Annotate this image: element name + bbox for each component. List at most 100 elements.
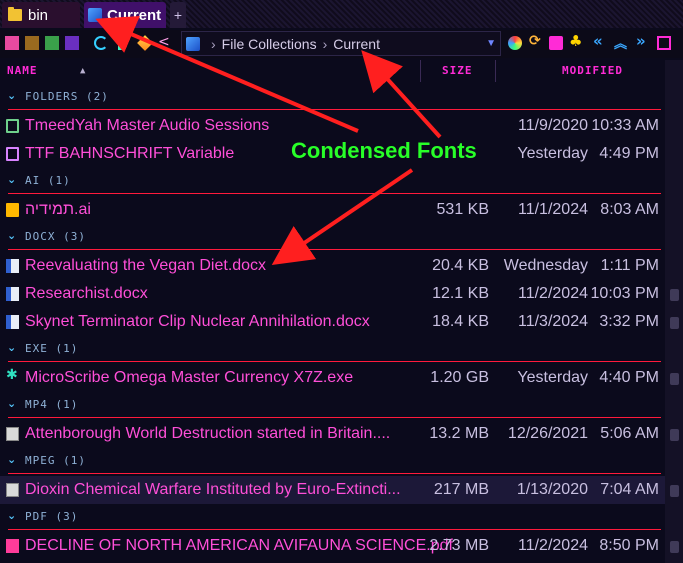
collection-icon [186, 36, 200, 51]
column-header: NAME ▲ SIZE MODIFIED [0, 60, 665, 84]
column-name[interactable]: NAME [7, 64, 38, 77]
back-icon[interactable]: « [593, 32, 607, 50]
layout-red-icon[interactable] [5, 36, 19, 50]
file-list: ⌄ FOLDERS (2) TmeedYah Master Audio Sess… [0, 84, 665, 563]
scrollbar-marker[interactable] [670, 373, 679, 385]
file-time: 1:11 PM [600, 257, 659, 274]
column-modified[interactable]: MODIFIED [562, 64, 623, 77]
list-item[interactable]: Skynet Terminator Clip Nuclear Annihilat… [0, 308, 665, 336]
file-name: TTF BAHNSCHRIFT Variable [25, 145, 235, 162]
layout-brown-icon[interactable] [25, 36, 39, 50]
file-time: 7:04 AM [600, 481, 659, 498]
group-divider [8, 193, 661, 194]
file-date: 11/9/2020 [518, 117, 588, 134]
layout-green-icon[interactable] [45, 36, 59, 50]
file-size: 12.1 KB [432, 285, 489, 302]
sync-icon[interactable]: ⟳ [529, 33, 543, 49]
share-icon[interactable]: < [158, 34, 172, 50]
chevron-down-icon[interactable]: ⌄ [7, 89, 16, 102]
chevron-down-icon[interactable]: ⌄ [7, 229, 16, 242]
scrollbar-marker[interactable] [670, 317, 679, 329]
chevron-down-icon[interactable]: ⌄ [7, 341, 16, 354]
file-size: 217 MB [433, 481, 489, 498]
scrollbar-marker[interactable] [670, 485, 679, 497]
list-item[interactable]: Dioxin Chemical Warfare Instituted by Eu… [0, 476, 665, 504]
layout-purple-icon[interactable] [65, 36, 79, 50]
group-header[interactable]: ⌄ EXE (1) [0, 336, 665, 362]
file-name: Researchist.docx [25, 285, 148, 302]
file-name: תמידיה.ai [25, 201, 91, 218]
forward-icon[interactable]: » [636, 32, 650, 50]
group-header[interactable]: ⌄ PDF (3) [0, 504, 665, 530]
file-date: 11/1/2024 [518, 201, 588, 218]
group-label: MPEG (1) [25, 454, 86, 467]
chevron-down-icon[interactable]: ⌄ [7, 173, 16, 186]
file-time: 4:40 PM [599, 369, 659, 386]
group-label: MP4 (1) [25, 398, 79, 411]
breadcrumb[interactable]: › File Collections › Current ▼ [181, 31, 501, 56]
scrollbar-marker[interactable] [670, 541, 679, 553]
group-header[interactable]: ⌄ DOCX (3) [0, 224, 665, 250]
club-icon[interactable]: ♣ [569, 32, 583, 50]
list-item[interactable]: TmeedYah Master Audio Sessions 11/9/2020… [0, 112, 665, 140]
file-date: 11/2/2024 [518, 285, 588, 302]
file-time: 10:33 AM [591, 117, 659, 134]
group-header[interactable]: ⌄ FOLDERS (2) [0, 84, 665, 110]
video-file-icon [6, 427, 19, 441]
scrollbar-marker[interactable] [670, 289, 679, 301]
plus-icon: + [173, 7, 183, 23]
word-doc-icon [6, 259, 19, 273]
chevron-down-icon[interactable]: ⌄ [7, 509, 16, 522]
breadcrumb-current[interactable]: Current [333, 36, 380, 52]
breadcrumb-separator: › [322, 35, 328, 52]
tab-label: bin [28, 6, 49, 24]
column-divider[interactable] [420, 60, 421, 82]
file-size: 18.4 KB [432, 313, 489, 330]
new-tab-button[interactable]: + [170, 2, 186, 28]
tab-current[interactable]: Current [84, 2, 166, 28]
file-date: Yesterday [517, 145, 588, 162]
sort-ascending-icon[interactable]: ▲ [80, 66, 86, 76]
video-file-icon [6, 483, 19, 497]
group-header[interactable]: ⌄ MPEG (1) [0, 448, 665, 474]
filter-icon[interactable] [549, 36, 563, 50]
panel-icon[interactable] [657, 36, 671, 50]
file-name: DECLINE OF NORTH AMERICAN AVIFAUNA SCIEN… [25, 537, 453, 554]
tag-icon[interactable] [137, 35, 153, 51]
list-item[interactable]: Researchist.docx 12.1 KB 11/2/2024 10:03… [0, 280, 665, 308]
refresh-icon[interactable] [94, 36, 108, 50]
tool-icon[interactable] [118, 36, 122, 50]
word-doc-icon [6, 287, 19, 301]
group-header[interactable]: ⌄ MP4 (1) [0, 392, 665, 418]
file-name: TmeedYah Master Audio Sessions [25, 117, 270, 134]
file-date: 12/26/2021 [507, 425, 588, 442]
file-name: Skynet Terminator Clip Nuclear Annihilat… [25, 313, 370, 330]
list-item[interactable]: Reevaluating the Vegan Diet.docx 20.4 KB… [0, 252, 665, 280]
breadcrumb-separator: › [211, 35, 216, 52]
group-header[interactable]: ⌄ AI (1) [0, 168, 665, 194]
chevron-down-icon[interactable]: ▼ [486, 38, 496, 49]
file-size: 1.20 GB [430, 369, 489, 386]
column-size[interactable]: SIZE [442, 64, 473, 77]
list-item[interactable]: TTF BAHNSCHRIFT Variable Yesterday 4:49 … [0, 140, 665, 168]
file-date: 1/13/2020 [516, 481, 588, 498]
tab-bin[interactable]: bin [2, 2, 80, 28]
chevron-down-icon[interactable]: ⌄ [7, 453, 16, 466]
tab-strip: bin Current + [0, 0, 683, 28]
word-doc-icon [6, 315, 19, 329]
color-wheel-icon[interactable] [508, 36, 522, 50]
breadcrumb-root[interactable]: File Collections [222, 36, 317, 52]
up-icon[interactable]: ︽ [614, 33, 628, 52]
column-divider[interactable] [495, 60, 496, 82]
list-item[interactable]: DECLINE OF NORTH AMERICAN AVIFAUNA SCIEN… [0, 532, 665, 560]
ai-file-icon [6, 203, 19, 217]
scrollbar[interactable] [665, 60, 683, 563]
scrollbar-marker[interactable] [670, 429, 679, 441]
list-item[interactable]: תמידיה.ai 531 KB 11/1/2024 8:03 AM [0, 196, 665, 224]
chevron-down-icon[interactable]: ⌄ [7, 397, 16, 410]
list-item[interactable]: Attenborough World Destruction started i… [0, 420, 665, 448]
file-time: 5:06 AM [600, 425, 659, 442]
group-divider [8, 529, 661, 530]
group-label: AI (1) [25, 174, 71, 187]
list-item[interactable]: ✱ MicroScribe Omega Master Currency X7Z.… [0, 364, 665, 392]
